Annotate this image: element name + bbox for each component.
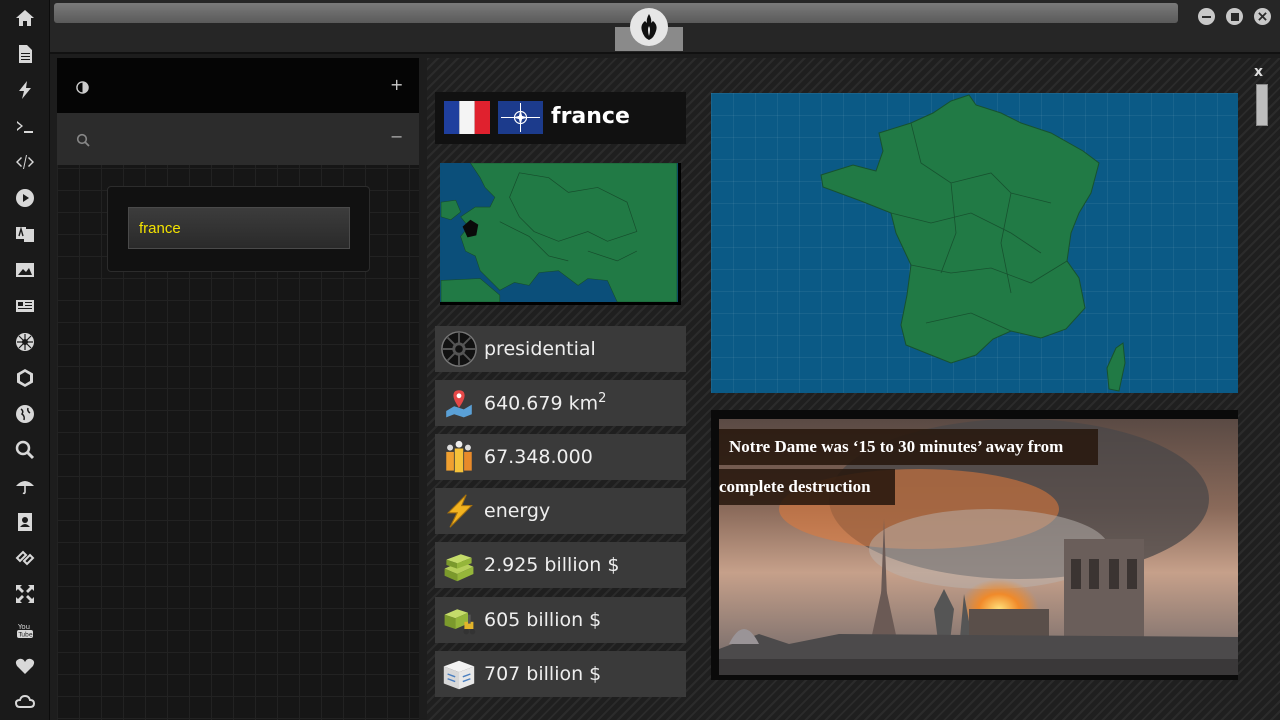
country-name: france [551,104,630,129]
code-icon[interactable] [13,150,37,174]
svg-text:You: You [17,623,30,631]
news-image[interactable]: Notre Dame was ‘15 to 30 minutes’ away f… [719,419,1238,675]
hexagon-icon[interactable] [13,366,37,390]
country-info-column: france presidential 640.679 km2 67.348.0… [427,58,699,720]
icon-sidebar: You Tube [0,0,50,720]
play-icon[interactable] [13,186,37,210]
exports-value: 605 billion $ [484,609,602,631]
close-window-button[interactable] [1254,8,1271,25]
exports-card: 605 billion $ [435,597,686,643]
scrollbar[interactable] [1256,84,1268,126]
address-bar[interactable] [54,3,1178,23]
gdp-value: 2.925 billion $ [484,554,620,576]
industry-card: energy [435,488,686,534]
collapse-minus-icon[interactable]: − [390,127,403,146]
population-value: 67.348.000 [484,446,593,468]
cloud-icon[interactable] [13,690,37,714]
industry-value: energy [484,500,551,522]
umbrella-icon[interactable] [13,474,37,498]
globe-icon[interactable] [13,402,37,426]
search-card [107,186,370,272]
link-icon[interactable] [13,546,37,570]
panel-search-bar: − [57,113,419,165]
empire-icon[interactable] [13,330,37,354]
europe-locator-map [440,163,681,305]
minimize-button[interactable] [1198,8,1215,25]
nato-flag-icon [498,101,543,134]
youtube-icon[interactable]: You Tube [13,618,37,642]
bolt-icon[interactable] [13,78,37,102]
contrast-icon[interactable] [76,79,89,98]
search-icon[interactable] [13,438,37,462]
news-headline-line1[interactable]: Notre Dame was ‘15 to 30 minutes’ away f… [719,429,1098,465]
country-visual-column: Notre Dame was ‘15 to 30 minutes’ away f… [699,88,1249,720]
home-icon[interactable] [13,6,37,30]
heart-icon[interactable] [13,654,37,678]
empire-emblem-icon [438,328,480,370]
money-stack-icon [438,544,480,586]
corsica-shape [1106,342,1126,392]
contacts-icon[interactable] [13,510,37,534]
area-value: 640.679 km2 [484,391,607,415]
document-icon[interactable] [13,42,37,66]
population-icon [438,436,480,478]
newspaper-icon[interactable] [13,294,37,318]
population-card: 67.348.000 [435,434,686,480]
expand-icon[interactable] [13,582,37,606]
government-value: presidential [484,338,596,360]
imports-card: 707 billion $ [435,651,686,697]
translate-icon[interactable] [13,222,37,246]
government-card: presidential [435,326,686,372]
import-boxes-icon [438,653,480,695]
image-icon[interactable] [13,258,37,282]
left-panel: + − [57,58,419,720]
gdp-card: 2.925 billion $ [435,542,686,588]
terminal-icon[interactable] [13,114,37,138]
news-card[interactable]: Notre Dame was ‘15 to 30 minutes’ away f… [711,410,1238,680]
maximize-button[interactable] [1226,8,1243,25]
country-title-card: france [435,92,686,144]
news-headline-line2[interactable]: complete destruction [719,469,895,505]
area-card: 640.679 km2 [435,380,686,426]
panel-header: + [57,58,419,113]
close-panel-button[interactable]: x [1254,64,1263,80]
imports-value: 707 billion $ [484,663,602,685]
export-forklift-icon [438,599,480,641]
expand-plus-icon[interactable]: + [390,75,403,94]
country-panel: x france presidential 640.679 km2 67.348… [427,58,1280,720]
france-flag-icon [444,101,490,134]
energy-bolt-icon [438,490,480,532]
top-bar [50,0,1280,54]
rebel-alliance-logo[interactable] [630,8,668,46]
country-map [711,93,1238,393]
svg-text:Tube: Tube [18,632,33,639]
country-search-input[interactable] [128,207,350,249]
search-icon[interactable] [76,132,90,151]
map-pin-icon [438,382,480,424]
